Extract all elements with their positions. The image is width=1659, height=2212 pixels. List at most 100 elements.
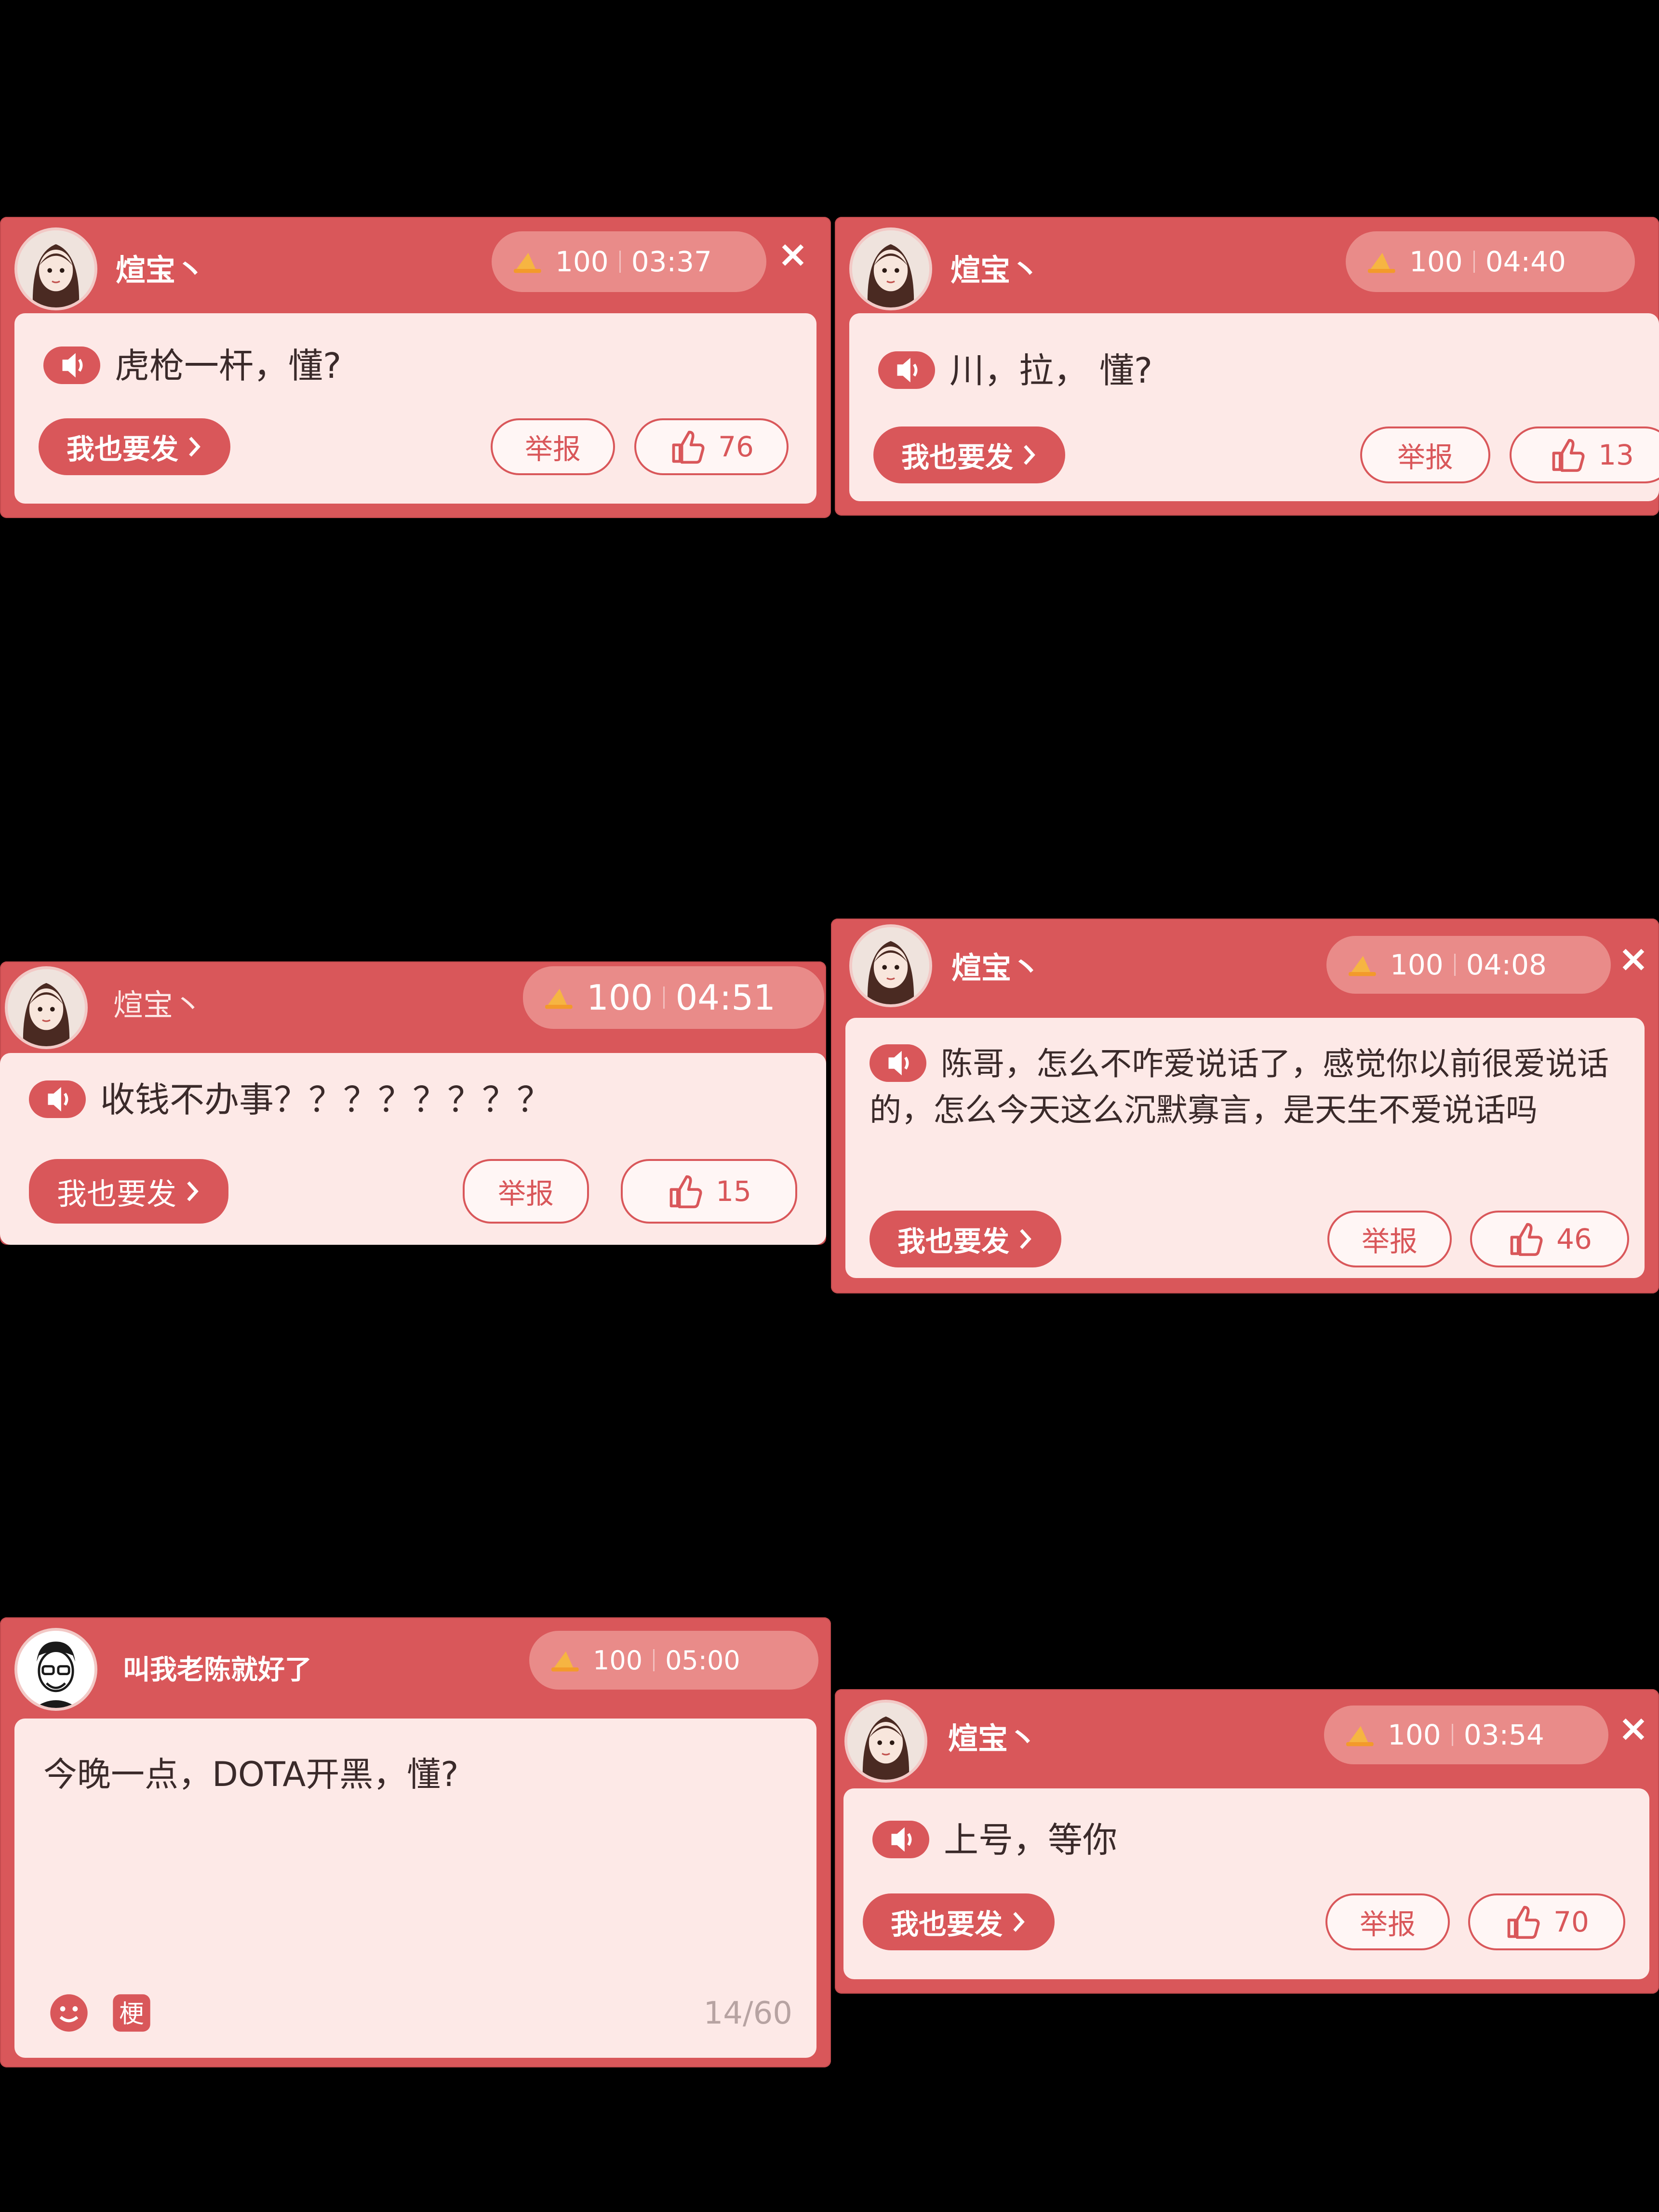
coin-time-pill: 100 04:08 bbox=[1326, 936, 1611, 994]
barrage-card: 煊宝丶 100 04:08 × 陈哥，怎么不咋爱说话了，感觉你以前很爱说话的，怎… bbox=[831, 919, 1659, 1293]
message-text: 上号，等你 bbox=[944, 1820, 1118, 1860]
avatar[interactable] bbox=[849, 924, 932, 1007]
chevron-right-icon bbox=[186, 435, 202, 459]
card-body: 川，拉， 懂? 我也要发 举报 13 bbox=[849, 313, 1659, 501]
card-body: 上号，等你 我也要发 举报 70 bbox=[843, 1788, 1649, 1979]
coin-count: 100 bbox=[1388, 1719, 1441, 1751]
message-text: 川，拉， 懂? bbox=[950, 350, 1153, 391]
like-count: 76 bbox=[718, 430, 754, 463]
coin-time-pill: 100 03:37 bbox=[492, 231, 766, 292]
card-header: 煊宝丶 100 04:40 bbox=[835, 217, 1659, 318]
close-icon[interactable]: × bbox=[1617, 940, 1650, 977]
report-label: 举报 bbox=[524, 433, 581, 466]
like-button[interactable]: 76 bbox=[634, 418, 789, 475]
coin-time-pill: 100 04:51 bbox=[523, 966, 824, 1029]
compose-input[interactable]: 今晚一点，DOTA开黑，懂? bbox=[43, 1747, 458, 1796]
avatar[interactable] bbox=[14, 227, 97, 310]
card-header: 煊宝丶 100 03:54 × bbox=[835, 1689, 1659, 1790]
message-row: 川，拉， 懂? bbox=[878, 347, 1630, 394]
like-count: 13 bbox=[1598, 439, 1634, 471]
thumbs-up-icon bbox=[669, 428, 706, 465]
like-button[interactable]: 13 bbox=[1510, 426, 1659, 483]
chevron-right-icon bbox=[184, 1179, 201, 1203]
username: 煊宝丶 bbox=[948, 1721, 1038, 1756]
separator bbox=[619, 251, 621, 273]
report-button[interactable]: 举报 bbox=[1325, 1893, 1450, 1950]
avatar[interactable] bbox=[5, 966, 88, 1049]
chevron-right-icon bbox=[1017, 1227, 1033, 1251]
card-header: 煊宝丶 100 04:08 × bbox=[831, 919, 1659, 1020]
speaker-icon[interactable] bbox=[43, 346, 100, 385]
timer: 03:54 bbox=[1463, 1719, 1544, 1751]
thumbs-up-icon bbox=[1549, 437, 1586, 473]
message-row: 上号，等你 bbox=[872, 1816, 1620, 1864]
message-text: 陈哥，怎么不咋爱说话了，感觉你以前很爱说话的，怎么今天这么沉默寡言，是天生不爱说… bbox=[870, 1045, 1609, 1129]
report-button[interactable]: 举报 bbox=[1327, 1211, 1452, 1267]
send-too-button[interactable]: 我也要发 bbox=[39, 418, 231, 475]
username: 煊宝丶 bbox=[950, 253, 1041, 288]
coin-count: 100 bbox=[1409, 245, 1463, 278]
report-button[interactable]: 举报 bbox=[1360, 426, 1490, 483]
meme-icon[interactable]: 梗 bbox=[111, 1992, 152, 2034]
speaker-icon[interactable] bbox=[872, 1821, 929, 1859]
timer: 04:51 bbox=[675, 977, 776, 1018]
speaker-icon[interactable] bbox=[878, 351, 935, 389]
coin-count: 100 bbox=[555, 245, 609, 278]
coin-icon bbox=[1366, 250, 1399, 274]
coin-icon bbox=[1347, 953, 1379, 977]
separator bbox=[1451, 1724, 1453, 1746]
like-button[interactable]: 15 bbox=[621, 1159, 797, 1224]
card-header: 煊宝丶 100 04:51 bbox=[0, 961, 826, 1063]
char-counter: 14/60 bbox=[703, 1996, 792, 2031]
username: 煊宝丶 bbox=[951, 950, 1042, 986]
username: 煊宝丶 bbox=[113, 987, 203, 1023]
send-too-label: 我也要发 bbox=[67, 433, 179, 466]
separator bbox=[1454, 954, 1456, 976]
timer: 04:08 bbox=[1466, 948, 1547, 981]
report-label: 举报 bbox=[1359, 1908, 1416, 1941]
send-too-button[interactable]: 我也要发 bbox=[870, 1211, 1062, 1267]
coin-icon bbox=[549, 1648, 582, 1672]
emoji-icon[interactable] bbox=[48, 1992, 90, 2034]
coin-count: 100 bbox=[587, 977, 653, 1018]
speaker-icon[interactable] bbox=[870, 1044, 926, 1082]
timer: 03:37 bbox=[631, 245, 712, 278]
close-icon[interactable]: × bbox=[1617, 1710, 1650, 1746]
barrage-card: 煊宝丶 100 03:37 × 虎枪一杆，懂? 我也要发 举报 76 bbox=[0, 217, 831, 518]
barrage-card: 煊宝丶 100 04:40 川，拉， 懂? 我也要发 举报 13 bbox=[835, 217, 1659, 516]
like-count: 15 bbox=[716, 1175, 751, 1208]
like-count: 70 bbox=[1553, 1906, 1589, 1938]
thumbs-up-icon bbox=[1507, 1221, 1544, 1257]
like-button[interactable]: 70 bbox=[1468, 1893, 1625, 1950]
compose-body[interactable]: 今晚一点，DOTA开黑，懂? 梗 14/60 bbox=[14, 1719, 816, 2058]
timer: 05:00 bbox=[665, 1645, 740, 1676]
card-body: 虎枪一杆，懂? 我也要发 举报 76 bbox=[14, 313, 816, 504]
coin-icon bbox=[543, 986, 576, 1010]
card-body: 收钱不办事？？？？？？？？ 我也要发 举报 15 bbox=[0, 1053, 826, 1245]
card-header: 煊宝丶 100 03:37 × bbox=[0, 217, 831, 318]
send-too-label: 我也要发 bbox=[891, 1908, 1003, 1941]
send-too-label: 我也要发 bbox=[57, 1176, 177, 1212]
message-row: 收钱不办事？？？？？？？？ bbox=[29, 1076, 797, 1123]
avatar[interactable] bbox=[849, 227, 932, 310]
message-text: 收钱不办事？？？？？？？？ bbox=[100, 1079, 552, 1120]
report-button[interactable]: 举报 bbox=[463, 1159, 589, 1224]
close-icon[interactable]: × bbox=[776, 236, 810, 272]
coin-icon bbox=[512, 250, 545, 274]
avatar[interactable] bbox=[844, 1700, 927, 1783]
coin-count: 100 bbox=[593, 1645, 643, 1676]
barrage-card: 煊宝丶 100 03:54 × 上号，等你 我也要发 举报 70 bbox=[835, 1689, 1659, 1994]
chevron-right-icon bbox=[1010, 1910, 1027, 1934]
meme-label: 梗 bbox=[119, 1999, 144, 2028]
like-button[interactable]: 46 bbox=[1470, 1211, 1629, 1267]
separator bbox=[663, 986, 665, 1009]
report-label: 举报 bbox=[497, 1177, 554, 1210]
report-button[interactable]: 举报 bbox=[491, 418, 615, 475]
speaker-icon[interactable] bbox=[29, 1080, 86, 1119]
avatar[interactable] bbox=[14, 1628, 97, 1711]
send-too-button[interactable]: 我也要发 bbox=[863, 1893, 1055, 1950]
send-too-button[interactable]: 我也要发 bbox=[873, 426, 1066, 483]
coin-icon bbox=[1344, 1723, 1377, 1747]
coin-count: 100 bbox=[1390, 948, 1444, 981]
send-too-button[interactable]: 我也要发 bbox=[29, 1159, 229, 1224]
